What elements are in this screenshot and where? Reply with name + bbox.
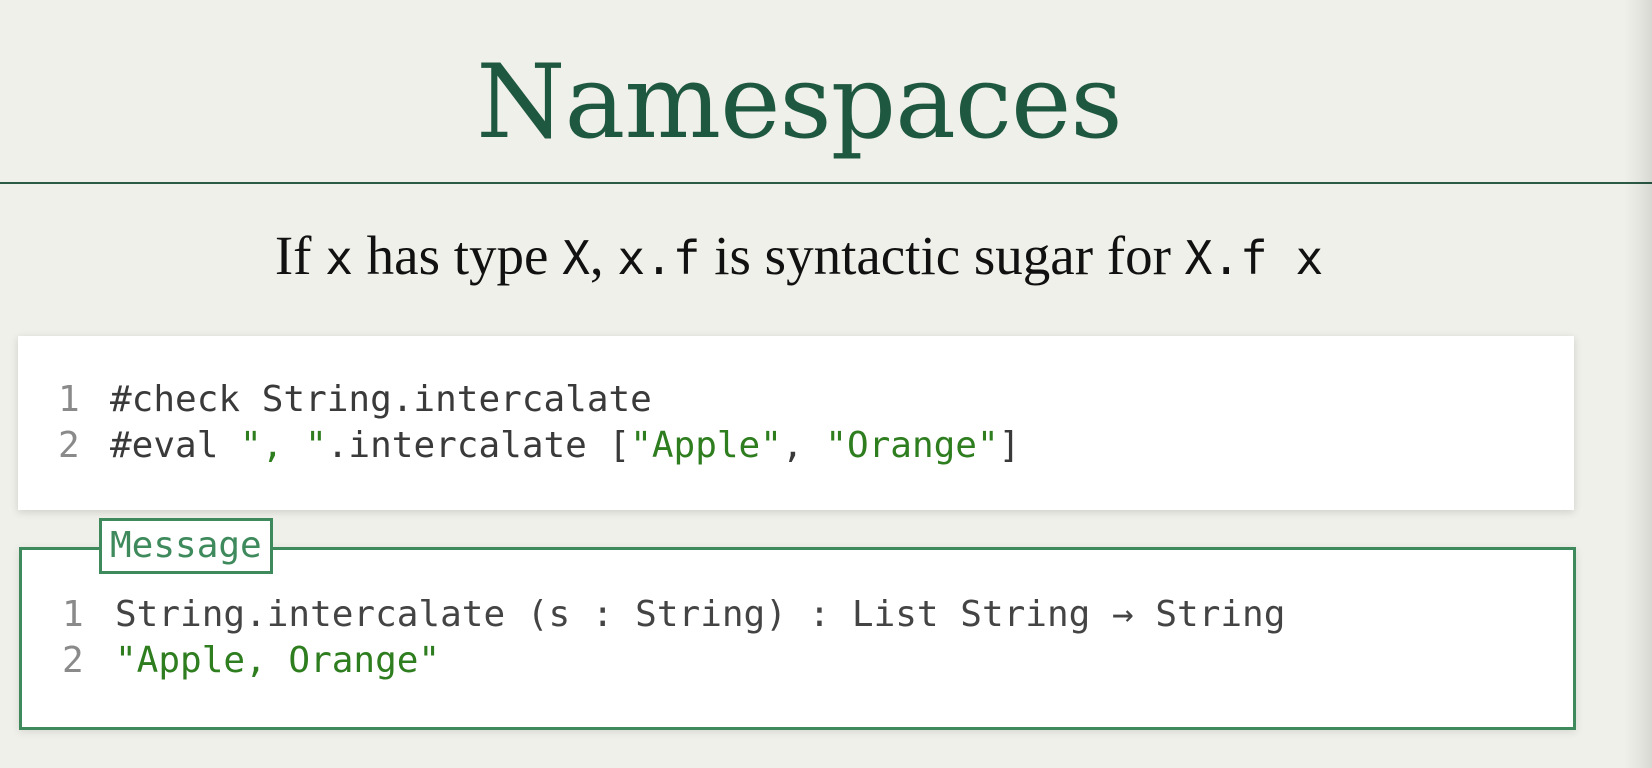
- message-line: 1 String.intercalate (s : String) : List …: [62, 592, 1285, 638]
- code-token: .intercalate [: [326, 425, 631, 466]
- string-literal: ", ": [240, 425, 327, 466]
- title-divider: [0, 182, 1652, 184]
- subtitle-code: x.f: [617, 231, 701, 285]
- slide-subtitle: If x has type X, x.f is syntactic sugar …: [0, 222, 1598, 292]
- code-line: 1 #check String.intercalate: [58, 377, 652, 423]
- code-token: #eval: [110, 425, 241, 466]
- message-label: Message: [99, 518, 273, 574]
- line-number: 2: [58, 425, 80, 466]
- slide-title: Namespaces: [476, 43, 1122, 162]
- message-panel: 1 String.intercalate (s : String) : List …: [19, 547, 1576, 730]
- subtitle-code: x: [325, 231, 353, 285]
- code-token: #check String.intercalate: [110, 379, 652, 420]
- subtitle-text: If: [274, 225, 326, 286]
- message-line: 2 "Apple, Orange": [62, 638, 440, 684]
- code-line: 2 #eval ", ".intercalate ["Apple", "Orang…: [58, 423, 1020, 469]
- subtitle-text: ,: [589, 225, 618, 286]
- line-number: 1: [58, 379, 80, 420]
- line-number: 2: [62, 640, 84, 681]
- slide: Namespaces If x has type X, x.f is synta…: [0, 0, 1652, 768]
- code-block[interactable]: 1 #check String.intercalate 2 #eval ", ".i…: [18, 336, 1574, 510]
- message-text: String.intercalate (s : String) : List S…: [115, 594, 1286, 635]
- code-token: ]: [998, 425, 1021, 466]
- message-result: "Apple, Orange": [115, 640, 441, 681]
- string-literal: "Orange": [825, 425, 999, 466]
- subtitle-code: X: [562, 231, 590, 285]
- code-token: ,: [781, 425, 826, 466]
- string-literal: "Apple": [630, 425, 782, 466]
- line-number: 1: [62, 594, 84, 635]
- subtitle-code: X.f x: [1184, 231, 1324, 285]
- subtitle-text: is syntactic sugar for: [700, 225, 1185, 286]
- subtitle-text: has type: [352, 225, 563, 286]
- page-edge-shadow: [1624, 0, 1652, 768]
